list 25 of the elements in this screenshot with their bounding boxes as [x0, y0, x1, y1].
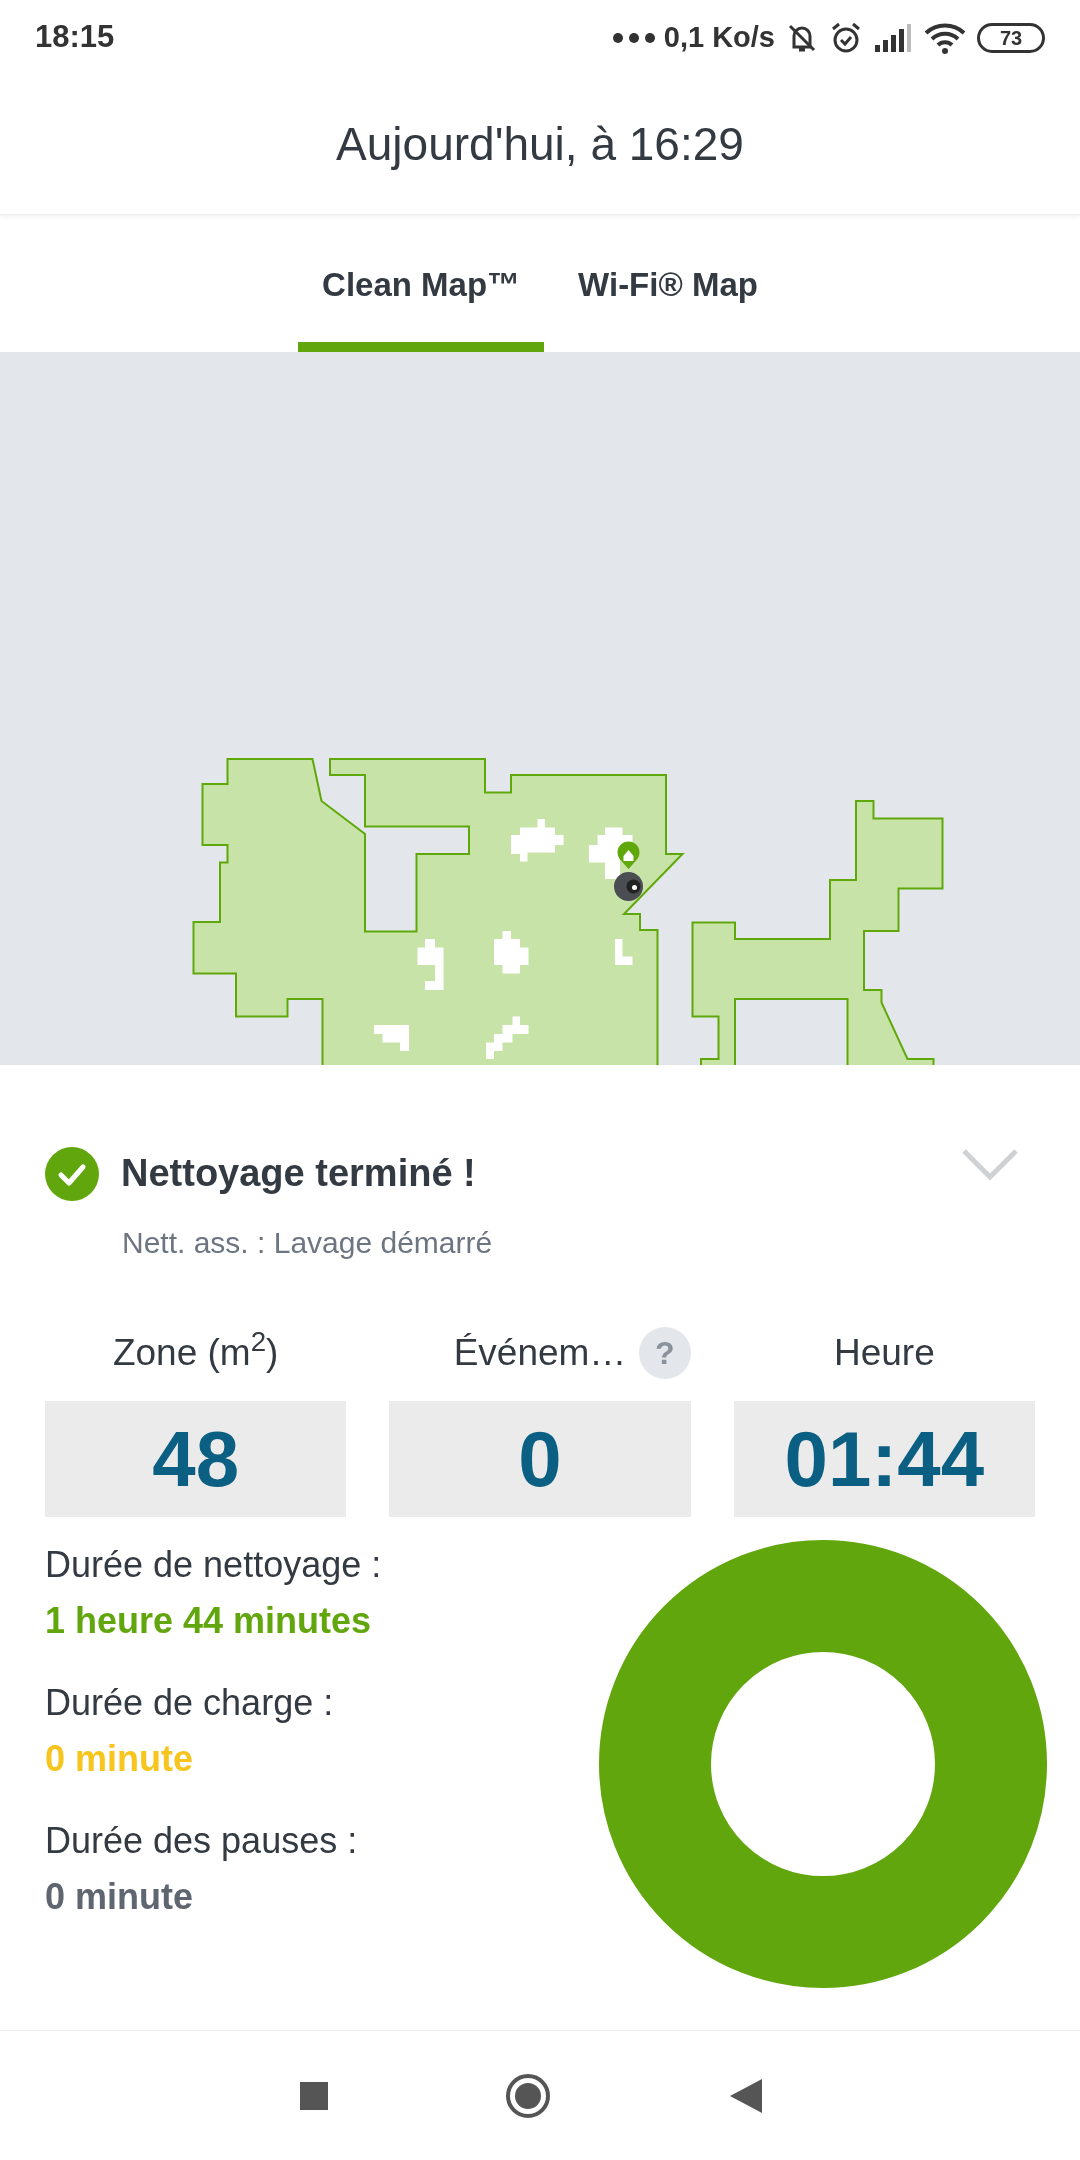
status-time: 18:15 [35, 18, 115, 57]
duration-value: 0 minute [45, 1875, 194, 1919]
battery-indicator: 73 [977, 22, 1045, 53]
stat-value: 01:44 [733, 1401, 1035, 1517]
stat-label: Événem… [453, 1331, 627, 1376]
map-tab[interactable]: Wi-Fi® Map [554, 215, 782, 352]
stat-value: 0 [389, 1401, 691, 1517]
status-subtitle: Nett. ass. : Lavage démarré [122, 1225, 493, 1261]
duration-label: Durée des pauses : [45, 1819, 358, 1863]
duration-label: Durée de charge : [45, 1681, 334, 1725]
status-title: Nettoyage terminé ! [121, 1151, 476, 1196]
duration-label: Durée de nettoyage : [45, 1543, 382, 1587]
check-icon [45, 1146, 99, 1201]
robot-icon [614, 872, 643, 901]
alarm-icon [829, 20, 863, 55]
stat-label: Heure [833, 1331, 935, 1376]
duration-value: 1 heure 44 minutes [45, 1599, 372, 1643]
network-speed: 0,1 Ko/s [663, 19, 775, 55]
home-button-icon[interactable] [503, 2071, 552, 2120]
stat-label: Zone (m$^{2}$) [112, 1325, 279, 1376]
signal-icon [873, 22, 913, 53]
duration-value: 0 minute [45, 1737, 194, 1781]
page-title: Aujourd'hui, à 16:29 [336, 117, 744, 172]
home-marker-icon [617, 841, 640, 869]
stat-value: 48 [45, 1401, 347, 1517]
